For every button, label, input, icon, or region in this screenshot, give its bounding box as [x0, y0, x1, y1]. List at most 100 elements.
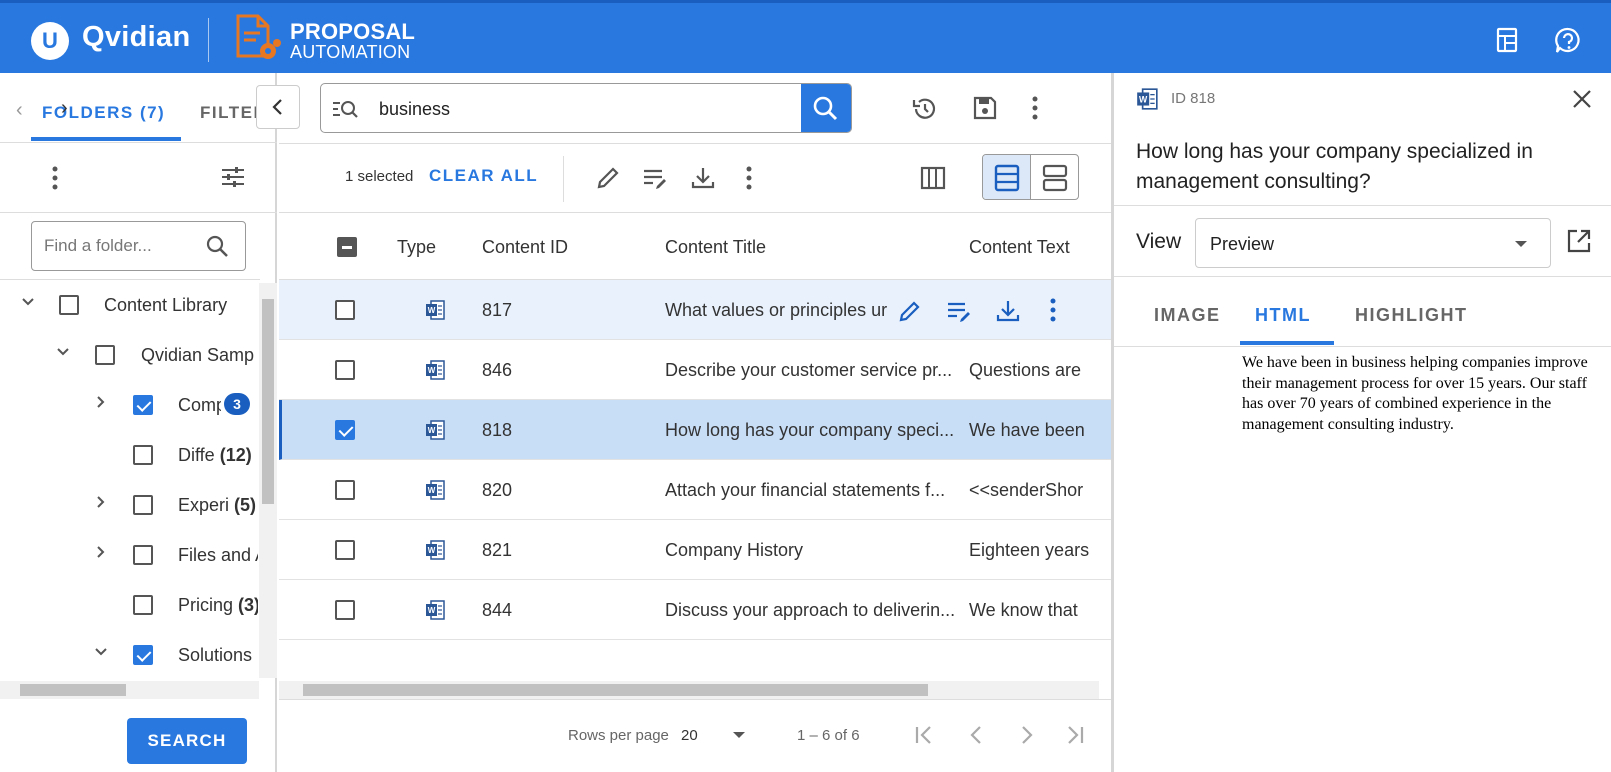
tree-item[interactable]: Company 3 — [0, 380, 260, 430]
card-view-button[interactable] — [1031, 155, 1078, 199]
column-header-content-id[interactable]: Content ID — [482, 237, 568, 258]
tree-item[interactable]: Solutions — [0, 630, 260, 669]
page-range: 1 – 6 of 6 — [797, 727, 860, 744]
view-select[interactable]: Preview — [1195, 218, 1551, 268]
count-badge: 3 — [224, 393, 250, 415]
chevron-right-icon[interactable] — [93, 494, 109, 510]
table-row[interactable]: W 844 Discuss your approach to deliverin… — [279, 580, 1111, 640]
grid-header: Type Content ID Content Title Content Te… — [279, 213, 1111, 280]
first-page-icon[interactable] — [913, 724, 935, 746]
chevron-down-icon[interactable] — [20, 294, 36, 310]
row-checkbox[interactable] — [335, 300, 355, 320]
search-submit-button[interactable] — [801, 84, 851, 132]
table-row[interactable]: W 820 Attach your financial statements f… — [279, 460, 1111, 520]
svg-text:W: W — [428, 306, 436, 315]
column-header-type[interactable]: Type — [397, 237, 436, 258]
tree-item[interactable]: Experi (5) — [0, 480, 260, 530]
table-row[interactable]: W 817 What values or principles ur — [279, 280, 1111, 340]
tree-checkbox[interactable] — [133, 545, 153, 565]
row-edit-icon[interactable] — [897, 298, 923, 324]
tree-checkbox[interactable] — [133, 645, 153, 665]
list-view-button[interactable] — [983, 155, 1031, 199]
row-content-title: What values or principles ur — [665, 300, 888, 320]
last-page-icon[interactable] — [1064, 724, 1086, 746]
folder-more-icon[interactable] — [45, 165, 65, 191]
column-header-content-title[interactable]: Content Title — [665, 237, 766, 258]
row-more-icon[interactable] — [1045, 297, 1061, 323]
edit-text-icon[interactable] — [641, 164, 669, 192]
download-icon[interactable] — [689, 164, 717, 192]
search-icon[interactable] — [205, 234, 229, 258]
table-row[interactable]: W 846 Describe your customer service pr.… — [279, 340, 1111, 400]
tabs-scroll-left-icon[interactable]: ‹ — [16, 99, 23, 122]
column-header-content-text[interactable]: Content Text — [969, 237, 1070, 258]
row-download-icon[interactable] — [995, 298, 1021, 324]
history-icon[interactable] — [911, 95, 939, 123]
tree-horizontal-scrollbar[interactable] — [0, 681, 259, 699]
row-checkbox[interactable] — [335, 480, 355, 500]
next-page-icon[interactable] — [1015, 724, 1037, 746]
prev-page-icon[interactable] — [966, 724, 988, 746]
filter-settings-icon[interactable] — [219, 163, 247, 191]
caret-down-icon[interactable] — [732, 730, 746, 740]
search-button[interactable]: SEARCH — [127, 718, 247, 764]
row-checkbox[interactable] — [335, 420, 355, 440]
svg-text:W: W — [428, 366, 436, 375]
close-icon[interactable] — [1570, 87, 1594, 111]
tree-item[interactable]: Qvidian Sample Content — [0, 330, 260, 380]
row-checkbox[interactable] — [335, 360, 355, 380]
table-row[interactable]: W 821 Company History Eighteen years — [279, 520, 1111, 580]
tabs-scroll-right-icon[interactable]: › — [61, 97, 68, 120]
tree-checkbox[interactable] — [133, 495, 153, 515]
scrollbar-thumb[interactable] — [303, 684, 928, 696]
chevron-right-icon[interactable] — [93, 394, 109, 410]
tree-checkbox[interactable] — [133, 445, 153, 465]
row-edit-text-icon[interactable] — [946, 298, 972, 324]
scrollbar-thumb[interactable] — [20, 684, 126, 696]
folder-search-input[interactable] — [44, 234, 204, 258]
tab-highlight[interactable]: HIGHLIGHT — [1355, 305, 1468, 326]
help-icon[interactable] — [1553, 26, 1581, 54]
tree-checkbox[interactable] — [95, 345, 115, 365]
clear-all-button[interactable]: CLEAR ALL — [429, 166, 538, 186]
open-external-icon[interactable] — [1566, 228, 1592, 254]
tab-image[interactable]: IMAGE — [1154, 305, 1221, 326]
row-more-icon[interactable] — [739, 164, 759, 192]
chevron-down-icon[interactable] — [93, 644, 109, 660]
save-icon[interactable] — [972, 95, 998, 121]
tab-filters[interactable]: FILTERS — [200, 103, 258, 123]
row-checkbox[interactable] — [335, 540, 355, 560]
tree-checkbox[interactable] — [59, 295, 79, 315]
row-content-text: <<senderShor — [969, 480, 1084, 500]
tree-item[interactable]: Pricing (3) — [0, 580, 260, 630]
scrollbar-thumb[interactable] — [262, 299, 274, 504]
toolbar-divider — [563, 156, 564, 202]
more-options-icon[interactable] — [1025, 94, 1045, 122]
collapse-panel-button[interactable] — [256, 85, 300, 129]
table-row[interactable]: W 818 How long has your company speci...… — [279, 400, 1111, 460]
tab-html[interactable]: HTML — [1255, 305, 1311, 326]
calculator-icon[interactable] — [1493, 26, 1521, 54]
edit-icon[interactable] — [594, 164, 622, 192]
columns-icon[interactable] — [919, 164, 947, 192]
grid-horizontal-scrollbar[interactable] — [279, 681, 1099, 699]
caret-down-icon[interactable] — [1514, 239, 1528, 249]
select-all-checkbox[interactable] — [337, 237, 357, 257]
tree-item[interactable]: Files and Attachments — [0, 530, 260, 580]
chevron-down-icon[interactable] — [55, 344, 71, 360]
rows-per-page-select[interactable]: 20 — [681, 727, 698, 744]
word-doc-icon: W — [425, 359, 445, 381]
content-title: How long has your company specialized in… — [1136, 140, 1533, 193]
content-search-input[interactable] — [379, 96, 779, 122]
tree-vertical-scrollbar[interactable] — [259, 283, 277, 678]
row-checkbox[interactable] — [335, 600, 355, 620]
brand-name: Qvidian — [82, 21, 191, 53]
tree-item[interactable]: Content Library — [0, 280, 260, 330]
word-doc-icon: W — [425, 479, 445, 501]
tree-item[interactable]: Diffe (12) — [0, 430, 260, 480]
tree-checkbox[interactable] — [133, 595, 153, 615]
tree-checkbox[interactable] — [133, 395, 153, 415]
chevron-right-icon[interactable] — [93, 544, 109, 560]
proposal-automation-logo-icon — [232, 13, 284, 65]
row-content-title: Describe your customer service pr... — [665, 360, 953, 380]
